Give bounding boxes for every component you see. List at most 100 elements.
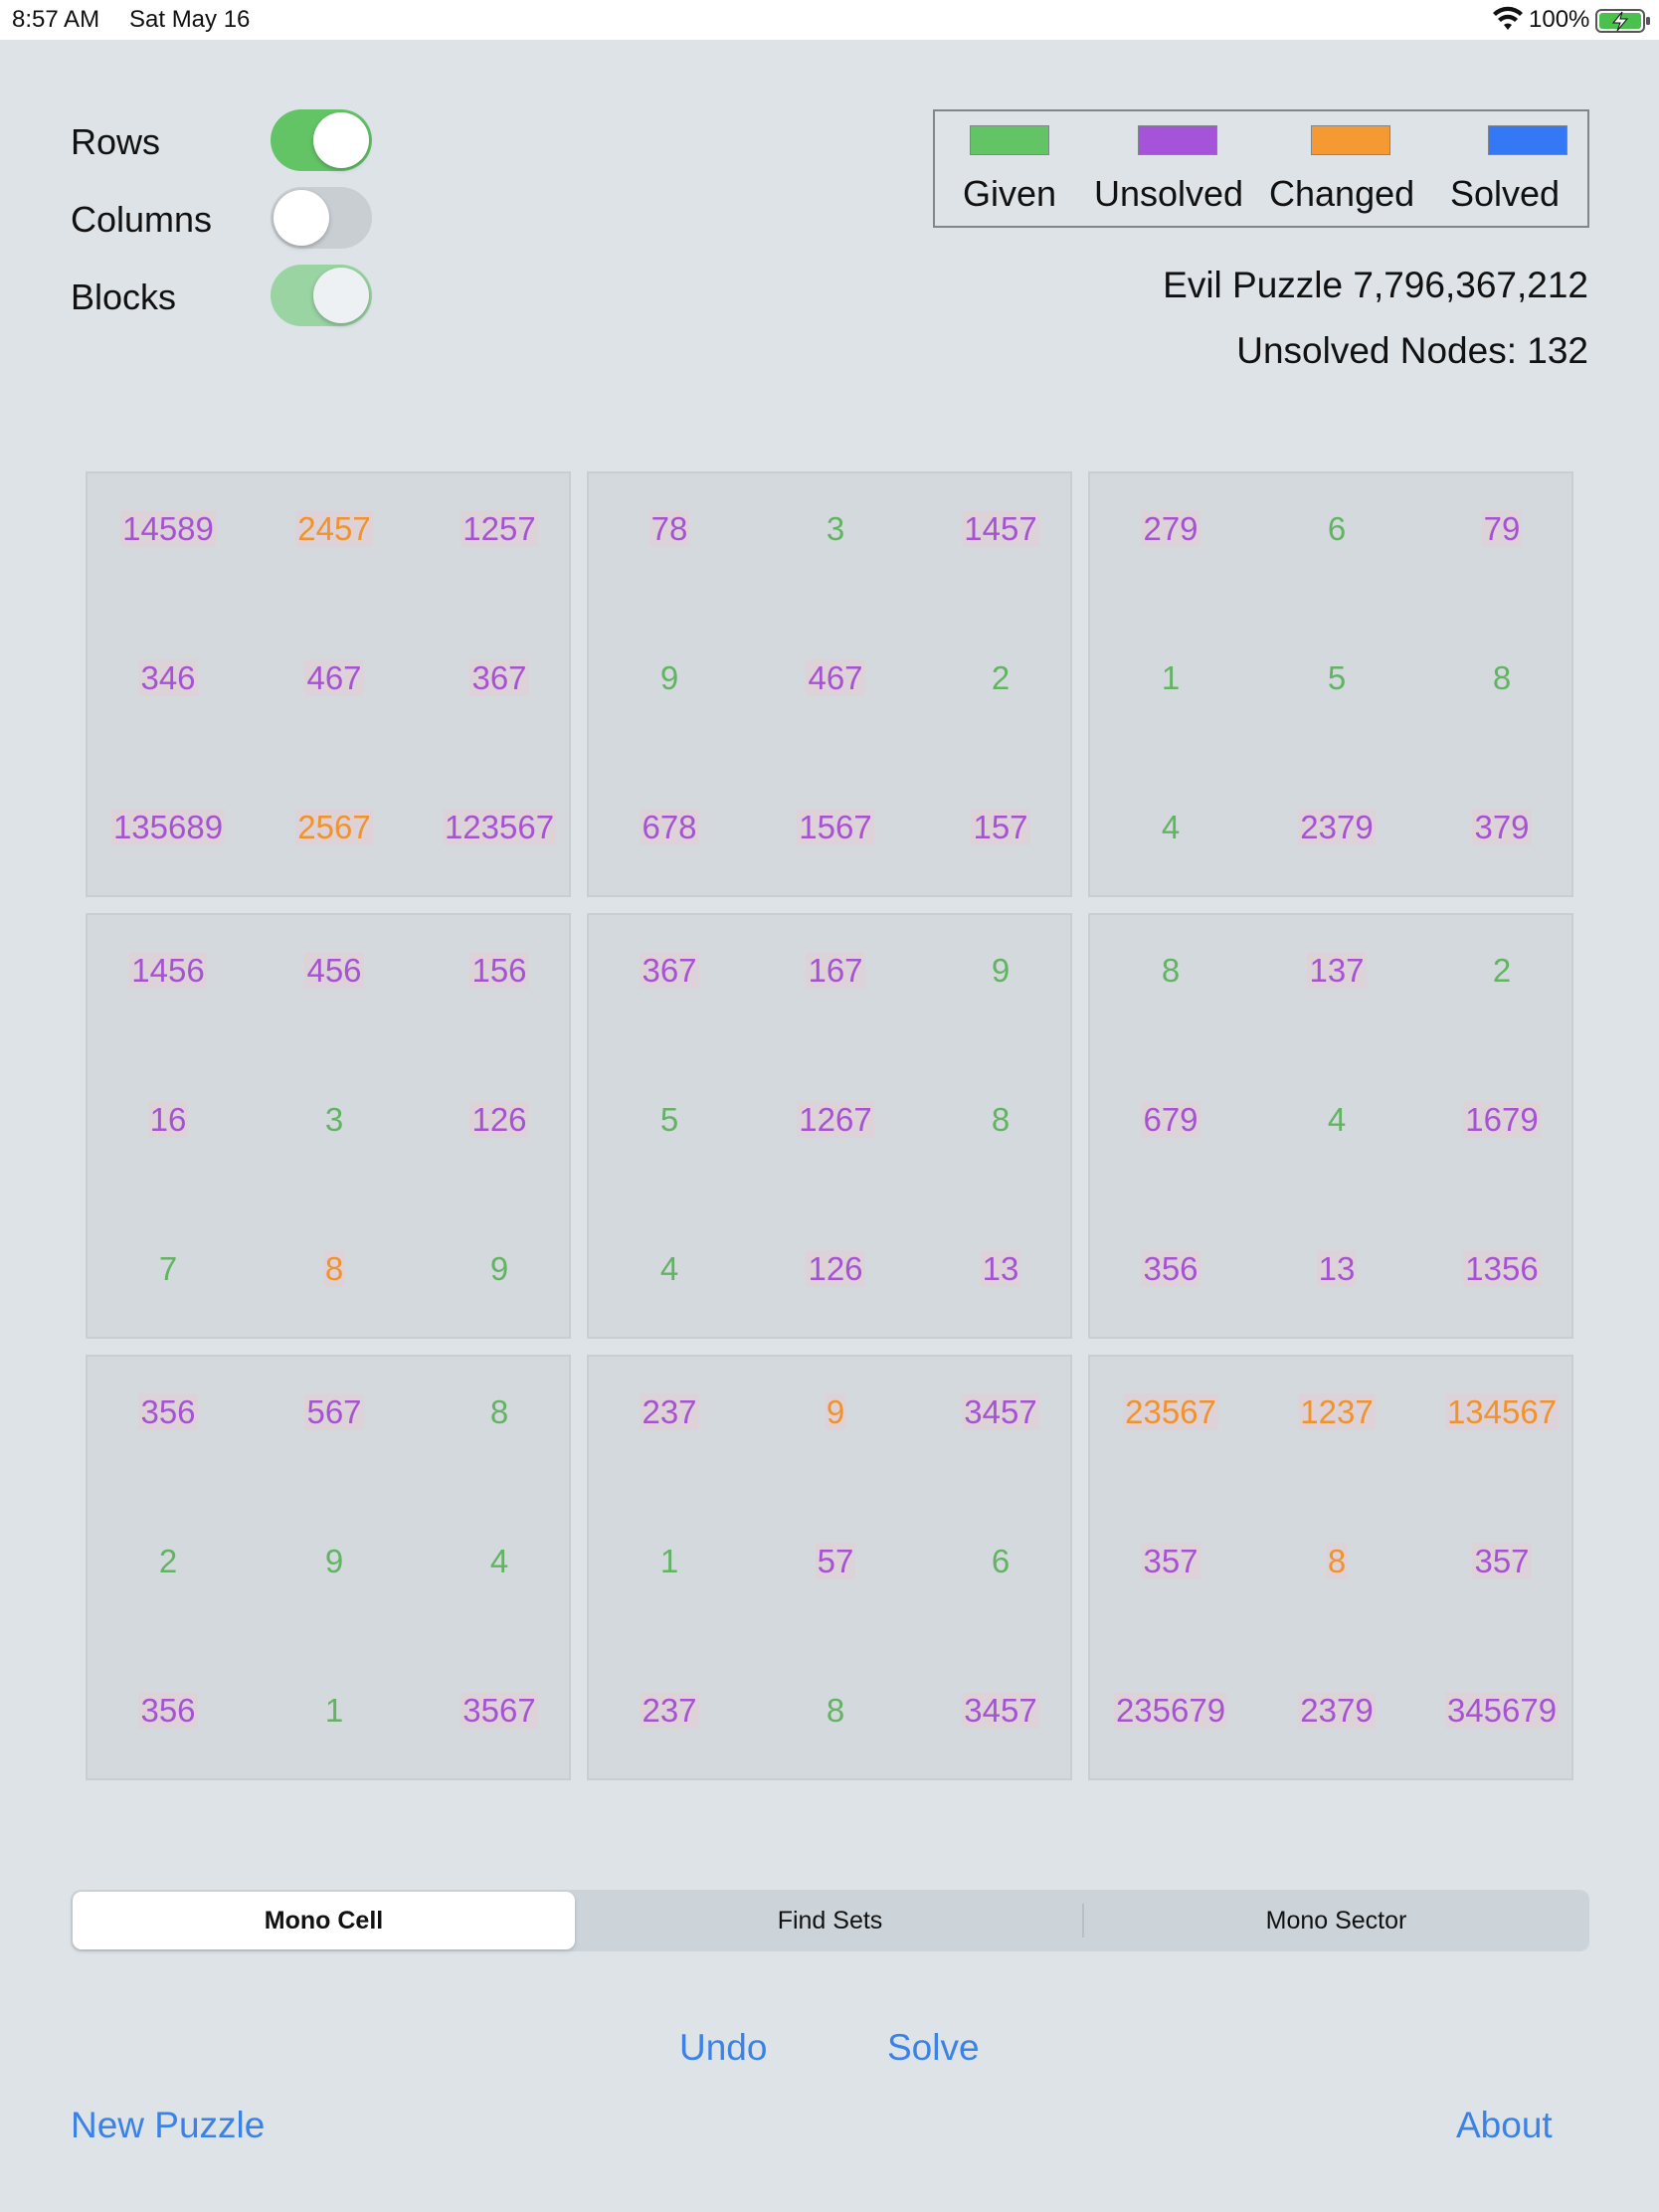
cell-candidates: 3 [324,1101,344,1138]
sudoku-cell[interactable]: 467 [755,658,916,698]
sudoku-cell[interactable]: 9 [589,658,750,698]
sudoku-cell[interactable]: 1356 [1421,1249,1582,1289]
sudoku-cell[interactable]: 2379 [1256,1691,1417,1731]
undo-button[interactable]: Undo [679,2027,767,2069]
sudoku-cell[interactable]: 3 [755,509,916,549]
cell-candidates: 8 [1492,659,1512,696]
sudoku-cell[interactable]: 137 [1256,951,1417,991]
sudoku-cell[interactable]: 1 [1090,658,1251,698]
sudoku-cell[interactable]: 2457 [254,509,415,549]
sudoku-cell[interactable]: 467 [254,658,415,698]
sudoku-cell[interactable]: 9 [755,1392,916,1432]
segment-mono-sector[interactable]: Mono Sector [1085,1892,1587,1949]
sudoku-cell[interactable]: 3457 [920,1392,1081,1432]
sudoku-cell[interactable]: 9 [254,1542,415,1581]
sudoku-cell[interactable]: 2379 [1256,808,1417,847]
sudoku-cell[interactable]: 1267 [755,1100,916,1140]
sudoku-cell[interactable]: 5 [1256,658,1417,698]
sudoku-cell[interactable]: 7 [88,1249,249,1289]
sudoku-cell[interactable]: 13 [1256,1249,1417,1289]
sudoku-cell[interactable]: 1 [254,1691,415,1731]
sudoku-cell[interactable]: 356 [88,1392,249,1432]
sudoku-cell[interactable]: 1457 [920,509,1081,549]
sudoku-cell[interactable]: 126 [419,1100,580,1140]
sudoku-cell[interactable]: 3 [254,1100,415,1140]
sudoku-cell[interactable]: 367 [419,658,580,698]
solve-button[interactable]: Solve [887,2027,980,2069]
about-button[interactable]: About [1456,2105,1553,2146]
sudoku-cell[interactable]: 6 [1256,509,1417,549]
sudoku-cell[interactable]: 8 [1421,658,1582,698]
sudoku-block: 279 6 79 1 5 8 4 2379 379 [1088,471,1573,897]
sudoku-cell[interactable]: 14589 [88,509,249,549]
sudoku-cell[interactable]: 156 [419,951,580,991]
blocks-switch[interactable] [271,265,372,326]
new-puzzle-button[interactable]: New Puzzle [71,2105,265,2146]
sudoku-cell[interactable]: 235679 [1090,1691,1251,1731]
sudoku-cell[interactable]: 345679 [1421,1691,1582,1731]
sudoku-cell[interactable]: 279 [1090,509,1251,549]
sudoku-cell[interactable]: 456 [254,951,415,991]
sudoku-cell[interactable]: 367 [589,951,750,991]
sudoku-cell[interactable]: 8 [755,1691,916,1731]
sudoku-cell[interactable]: 135689 [88,808,249,847]
sudoku-cell[interactable]: 9 [419,1249,580,1289]
sudoku-cell[interactable]: 1456 [88,951,249,991]
columns-switch[interactable] [271,187,372,249]
sudoku-cell[interactable]: 2 [1421,951,1582,991]
sudoku-cell[interactable]: 237 [589,1392,750,1432]
sudoku-cell[interactable]: 8 [1090,951,1251,991]
sudoku-cell[interactable]: 237 [589,1691,750,1731]
sudoku-cell[interactable]: 8 [419,1392,580,1432]
sudoku-cell[interactable]: 346 [88,658,249,698]
sudoku-cell[interactable]: 356 [1090,1249,1251,1289]
segment-mono-cell[interactable]: Mono Cell [73,1892,575,1949]
sudoku-cell[interactable]: 123567 [419,808,580,847]
sudoku-cell[interactable]: 567 [254,1392,415,1432]
sudoku-cell[interactable]: 23567 [1090,1392,1251,1432]
sudoku-cell[interactable]: 2 [920,658,1081,698]
sudoku-cell[interactable]: 8 [1256,1542,1417,1581]
sudoku-cell[interactable]: 57 [755,1542,916,1581]
sudoku-cell[interactable]: 8 [920,1100,1081,1140]
cell-candidates: 79 [1481,510,1523,547]
sudoku-cell[interactable]: 5 [589,1100,750,1140]
sudoku-cell[interactable]: 2567 [254,808,415,847]
cell-candidates: 9 [324,1543,344,1579]
sudoku-cell[interactable]: 13 [920,1249,1081,1289]
sudoku-cell[interactable]: 126 [755,1249,916,1289]
sudoku-cell[interactable]: 4 [1256,1100,1417,1140]
cell-candidates: 3457 [962,1393,1039,1430]
sudoku-cell[interactable]: 1257 [419,509,580,549]
sudoku-cell[interactable]: 6 [920,1542,1081,1581]
switch-knob [313,112,369,168]
sudoku-cell[interactable]: 9 [920,951,1081,991]
sudoku-cell[interactable]: 79 [1421,509,1582,549]
sudoku-cell[interactable]: 4 [589,1249,750,1289]
sudoku-cell[interactable]: 4 [1090,808,1251,847]
sudoku-cell[interactable]: 1567 [755,808,916,847]
sudoku-cell[interactable]: 356 [88,1691,249,1731]
cell-candidates: 78 [648,510,690,547]
sudoku-cell[interactable]: 1679 [1421,1100,1582,1140]
sudoku-cell[interactable]: 3457 [920,1691,1081,1731]
sudoku-cell[interactable]: 157 [920,808,1081,847]
sudoku-cell[interactable]: 678 [589,808,750,847]
sudoku-cell[interactable]: 1 [589,1542,750,1581]
sudoku-cell[interactable]: 3567 [419,1691,580,1731]
rows-label: Rows [71,121,161,162]
rows-switch[interactable] [271,109,372,171]
sudoku-cell[interactable]: 357 [1090,1542,1251,1581]
sudoku-cell[interactable]: 379 [1421,808,1582,847]
sudoku-cell[interactable]: 134567 [1421,1392,1582,1432]
sudoku-cell[interactable]: 357 [1421,1542,1582,1581]
sudoku-cell[interactable]: 78 [589,509,750,549]
sudoku-cell[interactable]: 1237 [1256,1392,1417,1432]
sudoku-cell[interactable]: 16 [88,1100,249,1140]
sudoku-cell[interactable]: 4 [419,1542,580,1581]
sudoku-cell[interactable]: 2 [88,1542,249,1581]
sudoku-cell[interactable]: 679 [1090,1100,1251,1140]
sudoku-cell[interactable]: 8 [254,1249,415,1289]
segment-find-sets[interactable]: Find Sets [579,1892,1081,1949]
sudoku-cell[interactable]: 167 [755,951,916,991]
